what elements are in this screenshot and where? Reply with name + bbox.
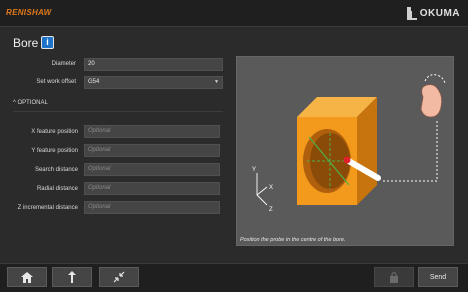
x-feature-position-input[interactable]: Optional <box>84 125 220 138</box>
section-divider <box>13 111 223 112</box>
renishaw-logo: RENISHAW <box>6 8 52 17</box>
send-button[interactable]: Send <box>418 267 458 287</box>
search-distance-label: Search distance <box>34 167 78 173</box>
home-icon <box>21 271 33 283</box>
okuma-logo-mark-icon <box>406 6 417 20</box>
radial-distance-label: Radial distance <box>36 186 78 192</box>
up-button[interactable] <box>52 267 92 287</box>
z-incremental-distance-placeholder: Optional <box>88 204 111 210</box>
probe-tip <box>343 156 351 164</box>
axis-label-z: Z <box>269 207 273 213</box>
info-icon[interactable]: i <box>41 36 54 49</box>
send-button-label: Send <box>429 273 447 281</box>
okuma-logo-text: OKUMA <box>419 7 460 19</box>
work-offset-label: Set work offset <box>36 79 76 85</box>
search-distance-placeholder: Optional <box>88 166 111 172</box>
work-offset-value: G54 <box>88 79 100 85</box>
hand-icon <box>420 74 446 118</box>
work-offset-select[interactable]: G54 ▼ <box>84 76 223 89</box>
illustration-caption: Position the probe in the centre of the … <box>240 237 346 243</box>
x-feature-position-label: X feature position <box>31 129 78 135</box>
y-feature-position-input[interactable]: Optional <box>84 144 220 157</box>
axis-label-y: Y <box>252 167 256 173</box>
x-feature-position-placeholder: Optional <box>88 128 111 134</box>
z-incremental-distance-label: Z incremental distance <box>17 205 78 211</box>
bore-illustration: Y X Z <box>252 74 446 213</box>
chevron-down-icon: ▼ <box>214 79 219 85</box>
axis-label-x: X <box>269 185 273 191</box>
diameter-label: Diameter <box>51 61 76 67</box>
collapse-icon <box>113 271 125 283</box>
y-feature-position-placeholder: Optional <box>88 147 111 153</box>
home-button[interactable] <box>7 267 47 287</box>
diameter-input[interactable]: 20 <box>84 58 223 71</box>
diameter-value: 20 <box>88 61 95 67</box>
axis-triad <box>256 173 268 206</box>
y-feature-position-label: Y feature position <box>31 148 78 154</box>
search-distance-input[interactable]: Optional <box>84 163 220 176</box>
top-bar: RENISHAW OKUMA <box>0 0 468 27</box>
radial-distance-placeholder: Optional <box>88 185 111 191</box>
collapse-button[interactable] <box>99 267 139 287</box>
arrow-up-icon <box>68 271 76 283</box>
z-incremental-distance-input[interactable]: Optional <box>84 201 220 214</box>
radial-distance-input[interactable]: Optional <box>84 182 220 195</box>
page-title: Bore <box>13 36 39 50</box>
optional-section-toggle[interactable]: ^ OPTIONAL <box>13 100 48 106</box>
bore-illustration-panel: Y X Z <box>236 56 454 246</box>
motion-path <box>383 119 438 182</box>
okuma-logo: OKUMA <box>406 6 460 20</box>
disabled-action-button[interactable] <box>374 267 414 287</box>
lock-icon <box>390 271 398 283</box>
